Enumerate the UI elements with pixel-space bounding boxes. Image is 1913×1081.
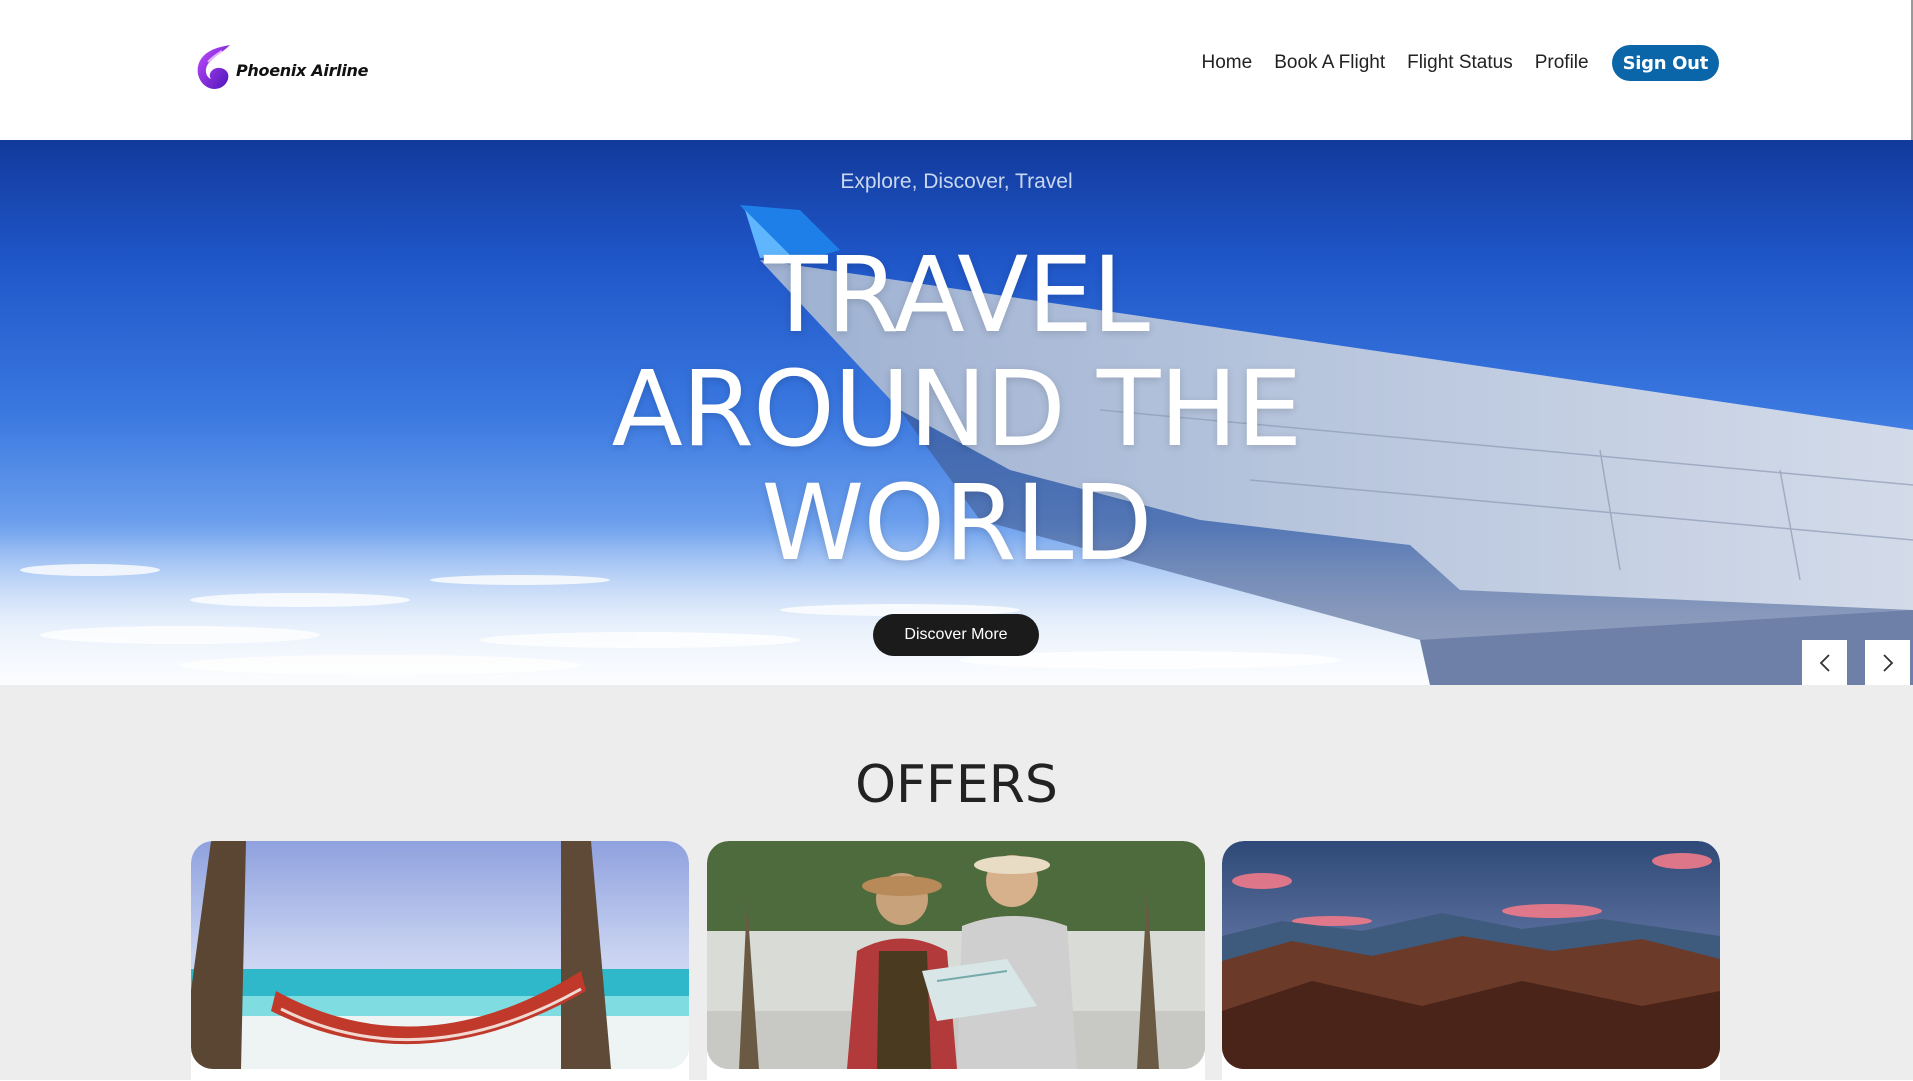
hero-title: TRAVEL AROUND THE WORLD — [0, 238, 1913, 580]
carousel-prev-button[interactable] — [1802, 640, 1847, 685]
nav-book-a-flight[interactable]: Book A Flight — [1274, 52, 1385, 74]
brand-logo[interactable]: Phoenix Airline — [192, 40, 369, 94]
carousel-next-button[interactable] — [1865, 640, 1910, 685]
beach-hammock-image — [191, 841, 689, 1069]
offers-section: OFFERS — [0, 685, 1913, 1081]
site-header: Phoenix Airline Home Book A Flight Fligh… — [0, 0, 1913, 140]
nav-flight-status[interactable]: Flight Status — [1407, 52, 1513, 74]
chevron-right-icon — [1882, 653, 1893, 672]
mountain-sunset-image — [1222, 841, 1720, 1069]
offer-card[interactable] — [1222, 841, 1720, 1081]
hero-title-line-3: WORLD — [761, 462, 1153, 584]
offer-card[interactable] — [191, 841, 689, 1081]
travelers-map-image — [707, 841, 1205, 1069]
nav-profile[interactable]: Profile — [1535, 52, 1589, 74]
phoenix-logo-icon — [192, 41, 236, 93]
sign-out-button[interactable]: Sign Out — [1611, 45, 1719, 81]
hero-title-line-1: TRAVEL — [764, 234, 1150, 356]
hero-subtitle: Explore, Discover, Travel — [840, 170, 1073, 193]
hero-title-line-2: AROUND THE — [611, 348, 1303, 470]
nav-home[interactable]: Home — [1202, 52, 1253, 74]
chevron-left-icon — [1819, 653, 1830, 672]
hero-carousel: Explore, Discover, Travel TRAVEL AROUND … — [0, 140, 1913, 685]
main-nav: Home Book A Flight Flight Status Profile… — [1180, 45, 1719, 81]
brand-name: Phoenix Airline — [236, 60, 369, 80]
offer-card[interactable] — [707, 841, 1205, 1081]
offers-heading: OFFERS — [855, 755, 1058, 815]
discover-more-button[interactable]: Discover More — [873, 614, 1039, 656]
